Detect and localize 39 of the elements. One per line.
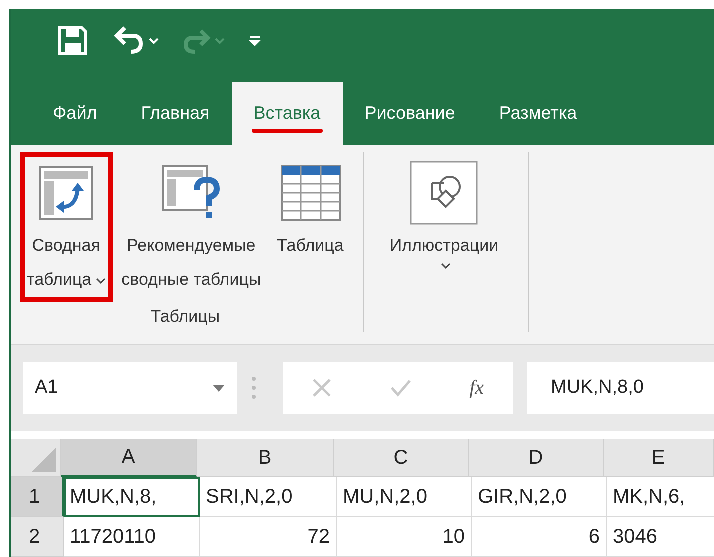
select-all-icon[interactable] [32,448,56,472]
cancel-icon[interactable] [312,378,332,398]
table-cell: 3046 [607,517,714,557]
table-cell: 6 [472,517,607,557]
column-header[interactable]: E [604,439,714,477]
pivot-table-icon [38,165,94,221]
insert-function-icon[interactable]: fx [470,373,484,403]
shapes-icon [410,161,478,225]
dropdown-arrow-icon [213,384,225,392]
tab-underline [252,129,323,133]
row-header[interactable]: 2 [11,517,64,557]
table-grid-icon [280,164,342,222]
ribbon-tab[interactable]: Вставка [232,82,343,145]
row-header[interactable]: 1 [11,477,64,517]
table-cell: 72 [200,517,337,557]
table-cell: 10 [337,517,472,557]
ribbon-tab[interactable]: Главная [119,82,232,145]
ribbon-command-button[interactable]: Рекомендуемые сводные таблицы [114,152,268,302]
table-cell: 11720110 [64,517,200,557]
column-header[interactable]: A [61,439,197,477]
ribbon-tab[interactable]: Файл [31,82,120,145]
formula-field[interactable]: MUK,N,8,0 [527,362,714,414]
undo-icon[interactable] [113,26,145,56]
group-label: Таблицы [150,306,220,328]
table-cell: MUK,N,8, [64,477,200,517]
customize-menu-icon[interactable] [249,34,261,46]
column-header[interactable]: B [197,439,334,477]
ribbon-command-button[interactable]: Таблица [270,152,351,268]
grip-dots-icon [251,376,257,400]
ribbon-tab[interactable]: Разметка [477,82,600,145]
redo-icon[interactable] [183,28,211,54]
check-icon[interactable] [390,379,412,397]
ribbon-command-button[interactable]: Сводная таблица [20,152,113,302]
column-header[interactable]: D [469,439,604,477]
ribbon-command-button[interactable]: Иллюстрации [372,152,516,274]
save-icon[interactable] [57,24,89,56]
name-box[interactable]: A1 [23,362,237,414]
column-header[interactable]: C [334,439,469,477]
ribbon-tab[interactable]: Рисование [342,82,478,145]
